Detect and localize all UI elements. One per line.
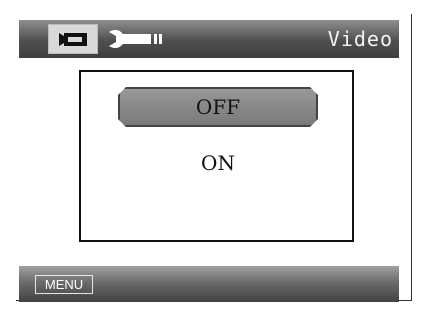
option-dialog: OFF ON [79,70,354,242]
option-on[interactable]: ON [118,149,318,177]
video-camera-icon [59,33,87,46]
tab-settings[interactable] [107,28,167,50]
footer-bar: MENU [19,266,399,302]
header-bar: Video [19,20,399,58]
tab-video[interactable] [48,24,98,54]
menu-button[interactable]: MENU [35,275,93,294]
wrench-settings-icon [109,29,162,49]
option-off[interactable]: OFF [118,87,318,127]
page-title: Video [327,27,393,51]
